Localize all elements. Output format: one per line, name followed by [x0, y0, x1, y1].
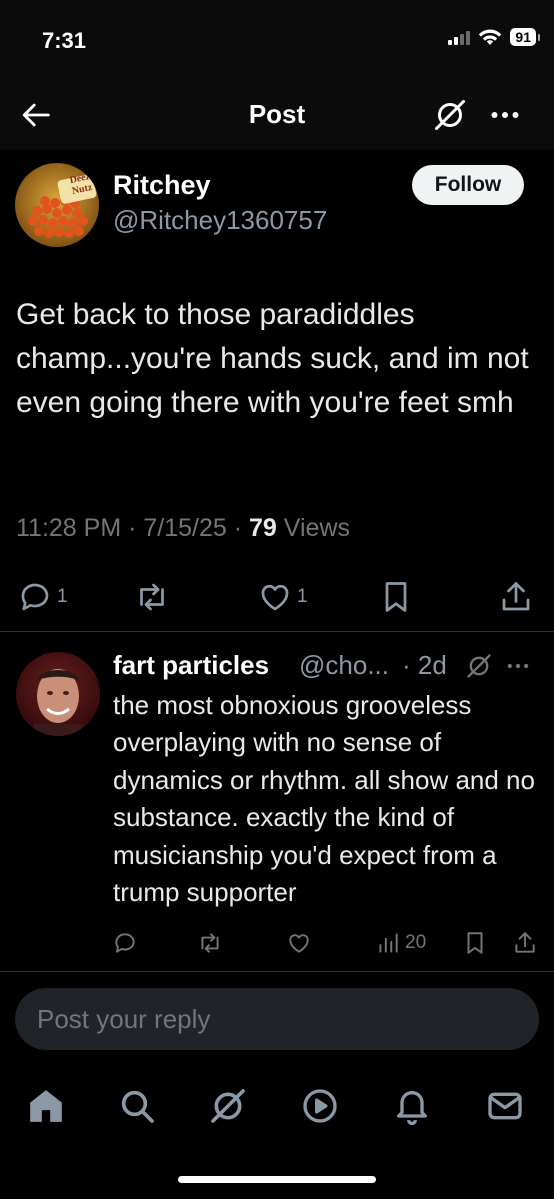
home-icon — [30, 1090, 62, 1122]
author-name[interactable]: Ritchey — [113, 170, 211, 201]
post-actions: 1 1 — [0, 575, 554, 619]
cellular-signal-icon — [448, 29, 471, 45]
divider — [0, 971, 554, 972]
reply-actions: 20 — [0, 928, 554, 958]
share-button[interactable] — [498, 579, 534, 615]
share-icon — [502, 582, 530, 611]
tab-grok[interactable] — [208, 1086, 248, 1126]
like-count: 1 — [297, 586, 308, 607]
author-handle[interactable]: @Ritchey1360757 — [113, 205, 327, 236]
envelope-icon — [488, 1092, 522, 1120]
follow-button[interactable]: Follow — [412, 165, 524, 205]
reply-button[interactable]: 1 — [17, 579, 68, 615]
divider — [0, 631, 554, 632]
status-time: 7:31 — [42, 28, 87, 53]
bookmark-icon — [467, 932, 483, 954]
reply-author-avatar[interactable] — [16, 652, 100, 736]
meta-separator: · — [226, 514, 250, 542]
page-title: Post — [248, 99, 306, 129]
grok-icon[interactable] — [465, 652, 493, 680]
analytics-icon — [379, 933, 398, 953]
status-bar: 7:31 91 — [0, 0, 554, 80]
post-text: Get back to those paradiddles champ...yo… — [16, 298, 529, 419]
tab-home[interactable] — [26, 1086, 66, 1126]
more-options-icon[interactable] — [503, 652, 533, 680]
repost-button[interactable] — [134, 579, 170, 615]
bookmark-button[interactable] — [462, 930, 488, 956]
tab-messages[interactable] — [485, 1086, 525, 1126]
post-metadata: 11:28 PM · 7/15/25 · 79 Views — [16, 514, 350, 543]
reply-author-handle[interactable]: @cho... — [299, 650, 389, 681]
reply-button[interactable] — [112, 930, 138, 956]
heart-icon — [261, 584, 289, 611]
like-button[interactable]: 1 — [257, 579, 308, 615]
tab-search[interactable] — [117, 1086, 157, 1126]
views-button[interactable]: 20 — [375, 930, 426, 956]
tab-video[interactable] — [300, 1086, 340, 1126]
video-play-icon — [303, 1089, 337, 1123]
reply-icon — [115, 933, 135, 953]
views-count: 79 — [249, 514, 277, 542]
author-avatar[interactable]: Deez Nutz — [15, 163, 99, 247]
repost-button[interactable] — [197, 930, 223, 956]
tab-notifications[interactable] — [392, 1086, 432, 1126]
repost-icon — [140, 583, 164, 611]
reply-count: 1 — [57, 586, 68, 607]
wifi-icon — [479, 29, 502, 45]
share-icon — [515, 932, 535, 953]
reply-timestamp: · 2d — [402, 650, 447, 680]
reply-composer[interactable] — [15, 988, 539, 1050]
reply-icon — [21, 583, 49, 611]
reply-input[interactable] — [37, 988, 517, 1050]
top-navigation: Post — [0, 80, 554, 150]
heart-icon — [289, 934, 309, 953]
meta-separator: · — [121, 514, 144, 542]
reply-views-count: 20 — [405, 932, 427, 953]
reply-header: fart particles @cho... · 2d — [113, 648, 538, 684]
views-label: Views — [283, 514, 351, 542]
more-options-icon[interactable] — [487, 97, 523, 133]
reply-text: the most obnoxious grooveless overplayin… — [113, 690, 535, 908]
status-icons: 91 — [448, 28, 540, 46]
repost-icon — [201, 933, 219, 953]
grok-icon — [211, 1089, 245, 1123]
post-date: 7/15/25 — [143, 514, 227, 542]
battery-indicator: 91 — [510, 28, 540, 46]
post-time: 11:28 PM — [16, 514, 122, 542]
like-button[interactable] — [286, 930, 312, 956]
reply-author-name[interactable]: fart particles — [113, 650, 269, 681]
home-indicator — [178, 1176, 376, 1183]
search-icon — [121, 1090, 154, 1123]
bookmark-icon — [385, 582, 407, 612]
grok-icon[interactable] — [432, 97, 468, 133]
share-button[interactable] — [512, 930, 538, 956]
bookmark-button[interactable] — [378, 579, 414, 615]
bell-icon — [397, 1091, 427, 1126]
